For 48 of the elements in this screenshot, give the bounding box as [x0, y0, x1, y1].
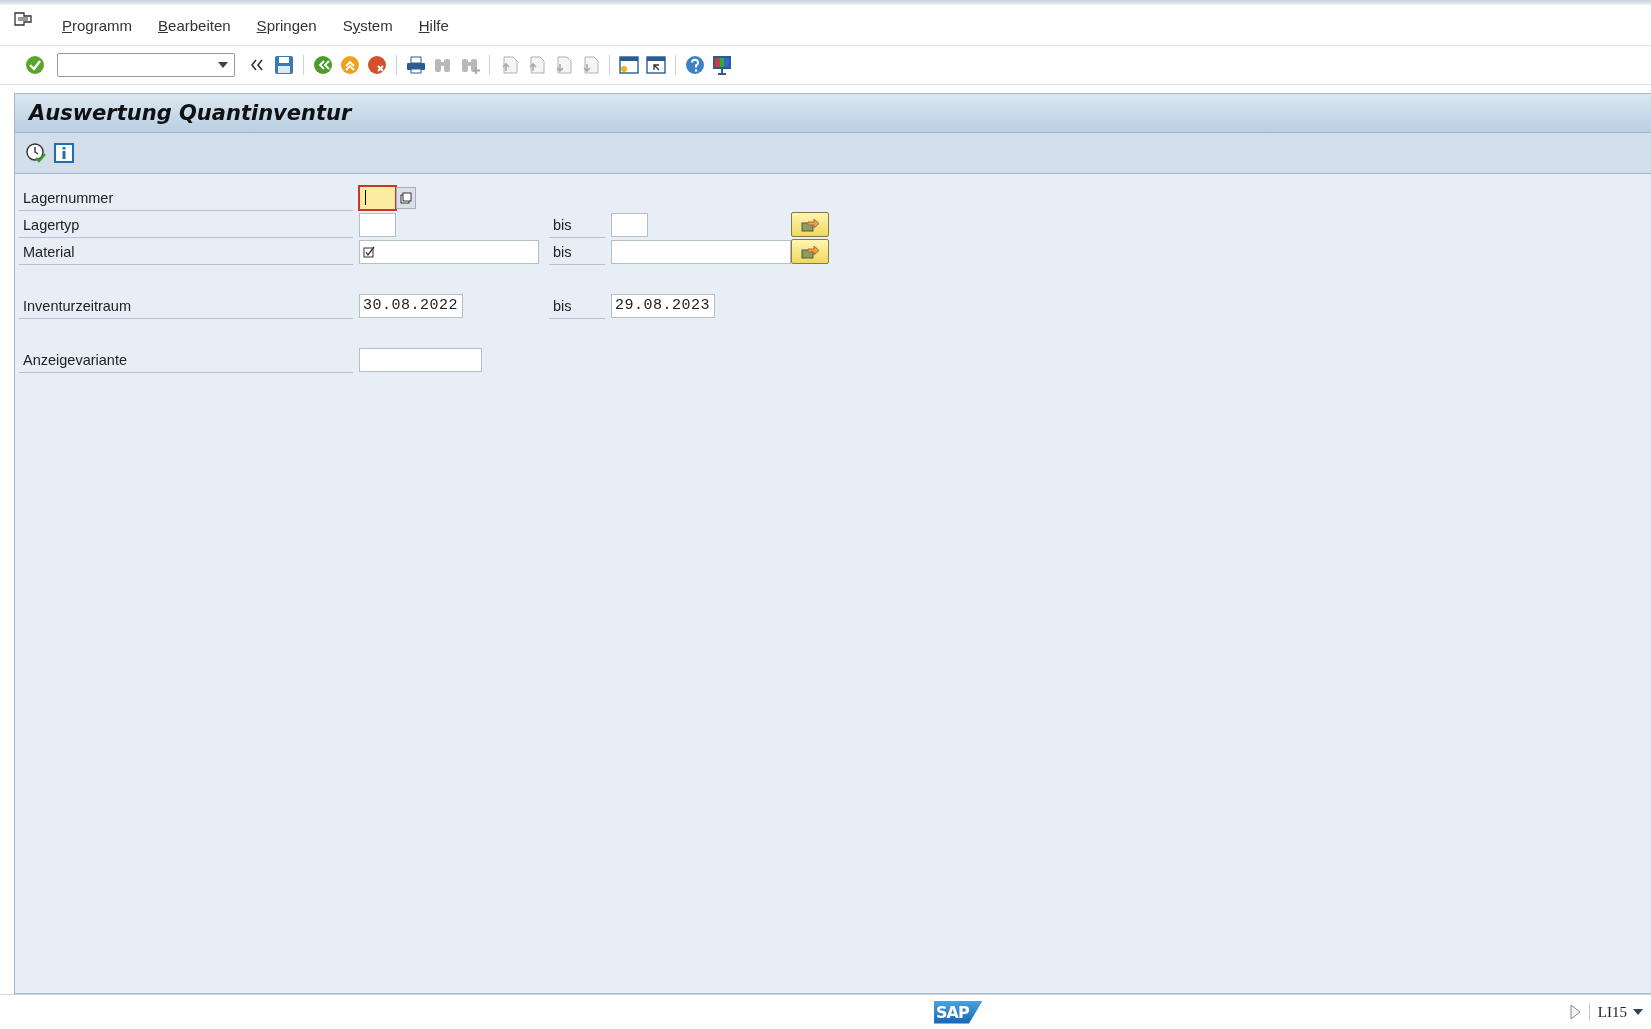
save-icon[interactable]	[273, 54, 295, 76]
input-field[interactable]	[611, 212, 648, 237]
sap-logo: SAP	[934, 1000, 983, 1024]
menu-item[interactable]: Hilfe	[418, 16, 449, 34]
input-field[interactable]: 30.08.2022	[359, 293, 463, 318]
range-label: bis	[549, 211, 605, 238]
multiple-values-button[interactable]	[396, 186, 416, 209]
checkbox-icon	[363, 245, 375, 258]
field-label: Material	[19, 238, 353, 265]
input-field[interactable]	[359, 347, 482, 372]
field-label: Inventurzeitraum	[19, 292, 353, 319]
menu-item[interactable]: Programm	[62, 16, 133, 34]
play-icon[interactable]	[1568, 1004, 1581, 1020]
transaction-code[interactable]: LI15	[1597, 1003, 1627, 1021]
copy-icon	[400, 191, 412, 204]
field-label: Lagernummer	[19, 184, 353, 211]
exit-icon[interactable]	[339, 54, 361, 76]
print-icon[interactable]	[405, 54, 427, 76]
check-icon[interactable]	[24, 54, 46, 76]
cancel-icon[interactable]	[366, 54, 388, 76]
caret-icon[interactable]	[218, 62, 228, 68]
input-field[interactable]: 29.08.2023	[611, 293, 715, 318]
caret-icon[interactable]	[1633, 1009, 1643, 1015]
arrow-icon	[800, 216, 820, 233]
command-field[interactable]	[57, 53, 235, 77]
range-label: bis	[549, 238, 605, 265]
screen-title: Auswertung Quantinventur	[29, 101, 352, 125]
field-label: Anzeigevariante	[19, 346, 353, 373]
monitor-icon[interactable]	[711, 54, 733, 76]
menu-item[interactable]: Springen	[256, 16, 317, 34]
help-icon[interactable]	[684, 54, 706, 76]
new-window-icon[interactable]	[618, 54, 640, 76]
menu-item[interactable]: System	[342, 16, 393, 34]
input-field[interactable]	[359, 212, 396, 237]
field-label: Lagertyp	[19, 211, 353, 238]
clock-check-icon[interactable]	[25, 142, 47, 164]
range-label: bis	[549, 292, 605, 319]
shortcut-icon[interactable]	[645, 54, 667, 76]
input-field[interactable]	[611, 239, 791, 264]
arrow-icon	[800, 243, 820, 260]
multiple-selection-button[interactable]	[791, 239, 829, 264]
menu-icon[interactable]	[14, 12, 32, 26]
info-icon[interactable]	[53, 142, 75, 164]
multiple-selection-button[interactable]	[791, 212, 829, 237]
menu-item[interactable]: Bearbeiten	[158, 16, 231, 34]
back-icon[interactable]	[312, 54, 334, 76]
input-field[interactable]	[359, 185, 396, 210]
input-field[interactable]	[359, 239, 539, 264]
